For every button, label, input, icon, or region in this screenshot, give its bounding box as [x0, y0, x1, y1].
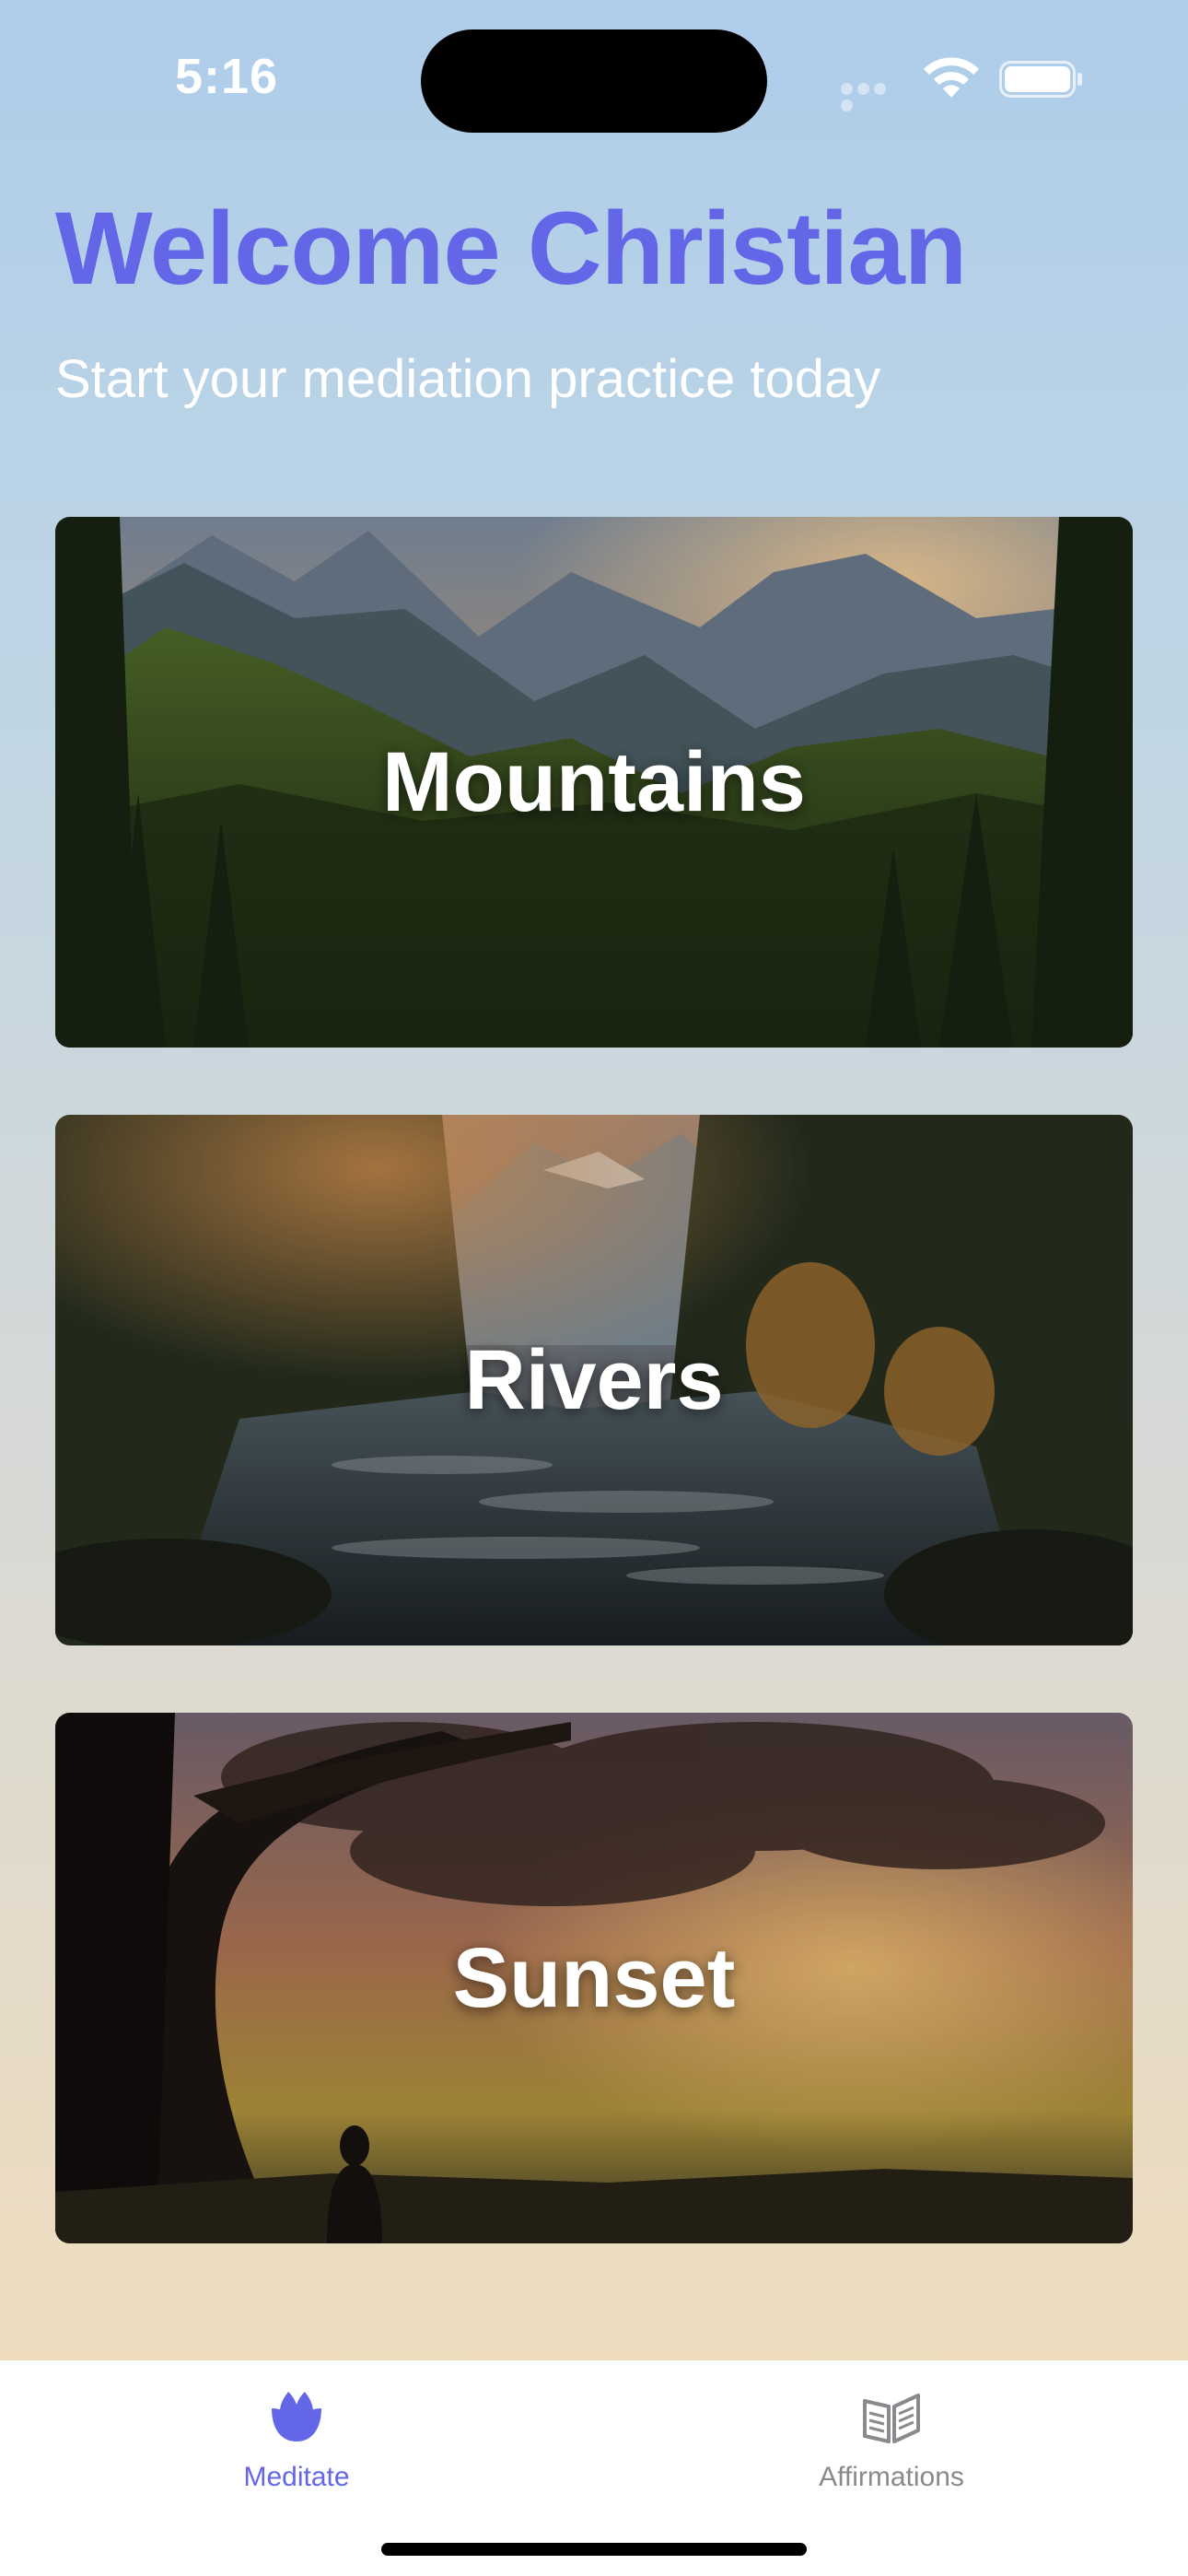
- rivers-card-title: Rivers: [464, 1332, 724, 1427]
- tab-affirmations[interactable]: Affirmations: [753, 2379, 1030, 2517]
- mountains-card-title: Mountains: [382, 734, 806, 829]
- rivers-card[interactable]: Rivers: [55, 1115, 1133, 1645]
- tab-meditate[interactable]: Meditate: [158, 2379, 435, 2517]
- sunset-card-title: Sunset: [452, 1930, 736, 2025]
- tulip-icon: [272, 2392, 321, 2441]
- battery-icon: [999, 61, 1082, 98]
- wifi-icon: [924, 57, 979, 98]
- tab-meditate-label: Meditate: [243, 2462, 350, 2492]
- sunset-card[interactable]: Sunset: [55, 1713, 1133, 2243]
- page-subtitle: Start your mediation practice today: [55, 349, 881, 409]
- open-book-icon: [863, 2394, 920, 2443]
- dynamic-island: [421, 29, 767, 133]
- status-bar: 5:16: [0, 0, 1188, 157]
- page-title: Welcome Christian: [55, 191, 967, 306]
- home-indicator[interactable]: [381, 2543, 807, 2556]
- tab-affirmations-label: Affirmations: [819, 2462, 964, 2492]
- cellular-signal-icon: [841, 83, 905, 111]
- mountains-card[interactable]: Mountains: [55, 517, 1133, 1048]
- status-time: 5:16: [175, 49, 279, 104]
